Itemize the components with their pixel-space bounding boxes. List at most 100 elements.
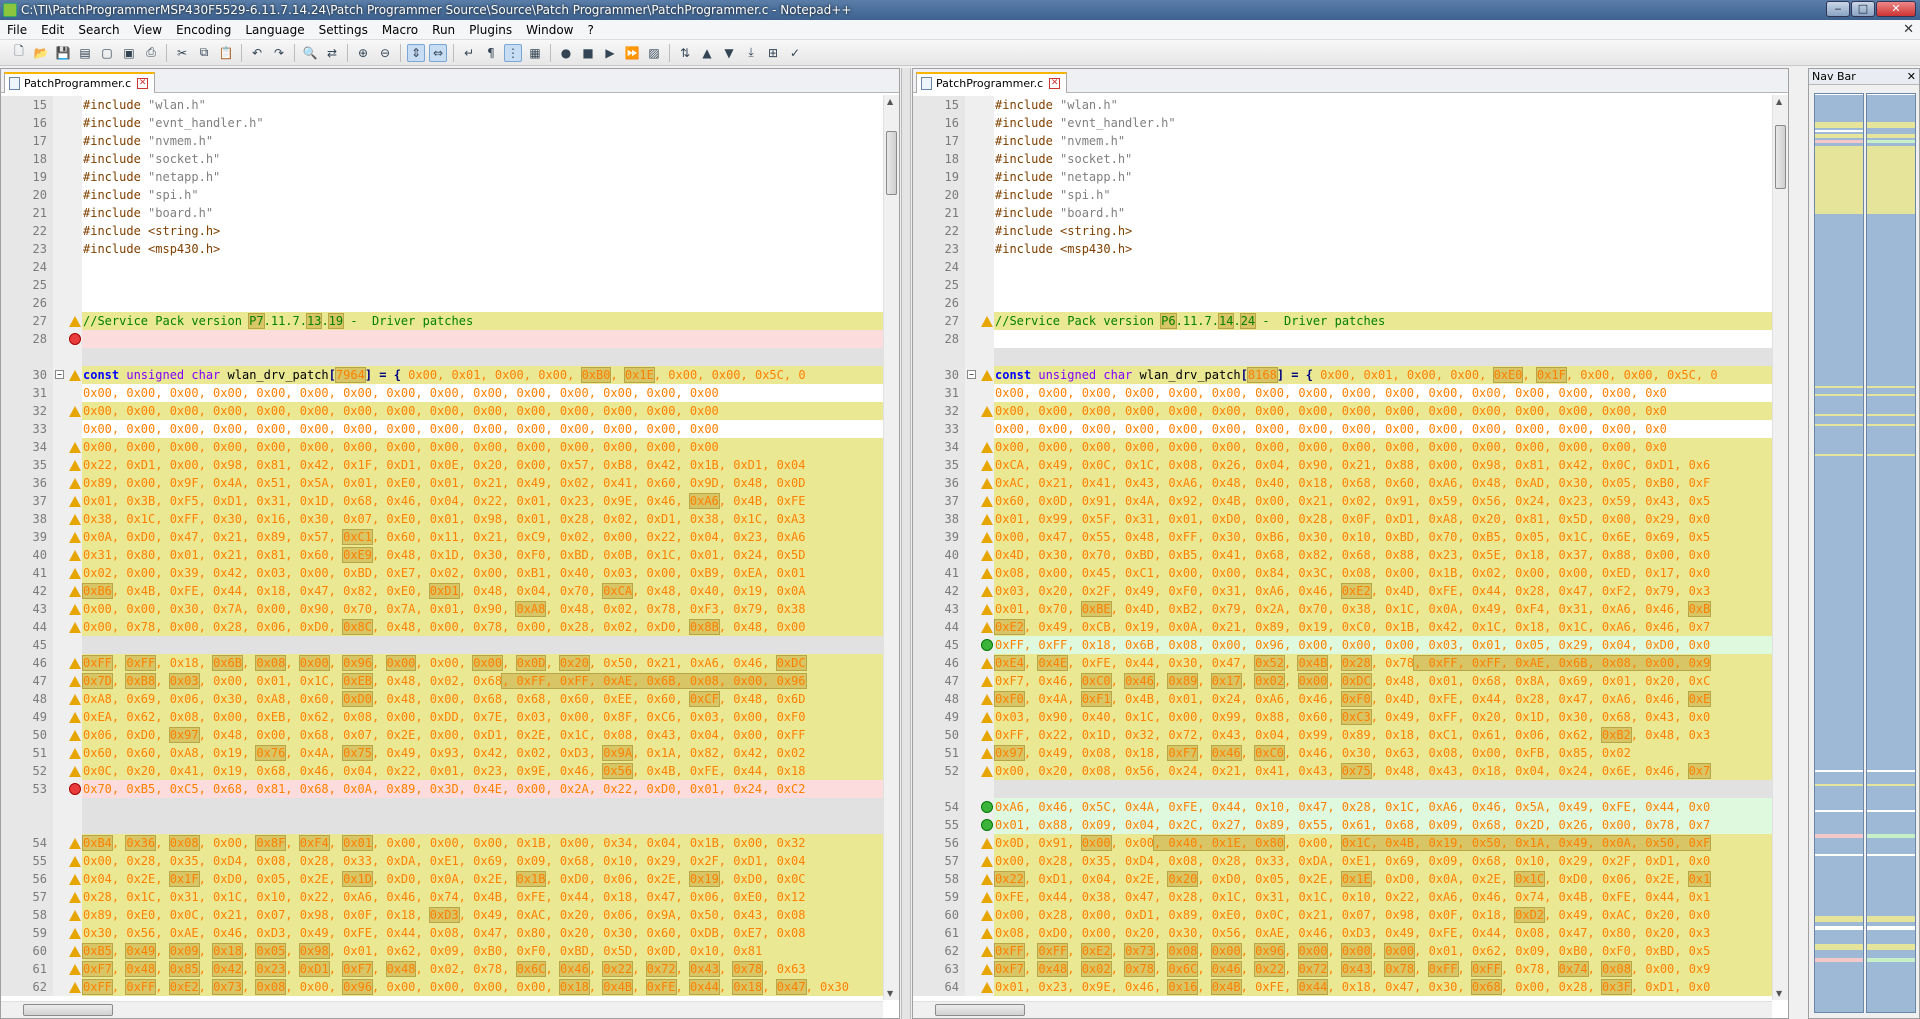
code-line[interactable]: 60 0x00, 0x28, 0x00, 0xD1, 0x89, 0xE0, 0x… <box>913 906 1772 924</box>
code-line[interactable]: 47 0x7D, 0xB8, 0x03, 0x00, 0x01, 0x1C, 0x… <box>1 672 883 690</box>
code-line[interactable]: 22 #include <string.h> <box>1 222 883 240</box>
left-editor[interactable]: 15 #include "wlan.h" 16 #include "evnt_hand… <box>1 96 883 1000</box>
menu-settings[interactable]: Settings <box>312 20 375 40</box>
split-view-divider[interactable] <box>901 68 911 1019</box>
save-icon[interactable]: 💾 <box>54 44 72 62</box>
code-line[interactable]: 30− const unsigned char wlan_drv_patch[79… <box>1 366 883 384</box>
code-line[interactable]: 22 #include <string.h> <box>913 222 1772 240</box>
cut-icon[interactable]: ✂ <box>173 44 191 62</box>
hscroll-thumb[interactable] <box>23 1004 113 1016</box>
code-line[interactable]: 38 0x38, 0x1C, 0xFF, 0x30, 0x16, 0x30, 0x… <box>1 510 883 528</box>
minimize-button[interactable]: ‒ <box>1826 1 1850 17</box>
code-line[interactable]: 26 <box>1 294 883 312</box>
doc-map-icon[interactable]: ▦ <box>526 44 544 62</box>
paste-icon[interactable]: 📋 <box>217 44 235 62</box>
menu-run[interactable]: Run <box>425 20 462 40</box>
find-icon[interactable]: 🔍 <box>301 44 319 62</box>
menu-window[interactable]: Window <box>519 20 580 40</box>
code-line[interactable]: 40 0x4D, 0x30, 0x70, 0xBD, 0xB5, 0x41, 0x… <box>913 546 1772 564</box>
code-line[interactable]: 49 0xEA, 0x62, 0x08, 0x00, 0xEB, 0x62, 0x… <box>1 708 883 726</box>
scroll-down-icon[interactable]: ▼ <box>887 989 893 998</box>
code-line[interactable]: 62 0xFF, 0xFF, 0xE2, 0x73, 0x08, 0x00, 0x… <box>1 978 883 996</box>
sync-horizontal-icon[interactable]: ⇔ <box>429 43 447 62</box>
maximize-button[interactable]: □ <box>1851 1 1875 17</box>
stop-macro-icon[interactable]: ■ <box>579 44 597 62</box>
code-line[interactable]: 15 #include "wlan.h" <box>913 96 1772 114</box>
left-file-tab[interactable]: PatchProgrammer.c ✕ <box>4 72 156 93</box>
code-line[interactable]: 18 #include "socket.h" <box>913 150 1772 168</box>
code-line[interactable]: 16 #include "evnt_handler.h" <box>1 114 883 132</box>
code-line[interactable]: 56 0x0D, 0x91, 0x00, 0x00, 0x40, 0x1E, 0x… <box>913 834 1772 852</box>
fold-toggle-icon[interactable]: − <box>967 370 976 379</box>
code-line[interactable]: 39 0x00, 0x47, 0x55, 0x48, 0xFF, 0x30, 0x… <box>913 528 1772 546</box>
sync-vertical-icon[interactable]: ⇕ <box>407 43 425 62</box>
right-horizontal-scrollbar[interactable] <box>913 1001 1772 1018</box>
code-line[interactable]: 37 0x01, 0x3B, 0xF5, 0xD1, 0x31, 0x1D, 0x… <box>1 492 883 510</box>
code-line[interactable]: 15 #include "wlan.h" <box>1 96 883 114</box>
code-line[interactable]: 52 0x0C, 0x20, 0x41, 0x19, 0x68, 0x46, 0x… <box>1 762 883 780</box>
code-line[interactable]: 39 0x0A, 0xD0, 0x47, 0x21, 0x89, 0x57, 0x… <box>1 528 883 546</box>
code-line[interactable]: 58 0x22, 0xD1, 0x04, 0x2E, 0x20, 0xD0, 0x… <box>913 870 1772 888</box>
close-document-icon[interactable]: ✕ <box>1903 22 1914 37</box>
indent-guide-icon[interactable]: ⋮ <box>504 43 522 62</box>
left-horizontal-scrollbar[interactable] <box>1 1001 883 1018</box>
scroll-up-icon[interactable]: ▲ <box>1776 97 1782 106</box>
code-line[interactable]: 30− const unsigned char wlan_drv_patch[81… <box>913 366 1772 384</box>
code-line[interactable]: 53 0x70, 0xB5, 0xC5, 0x68, 0x81, 0x68, 0x… <box>1 780 883 798</box>
code-line[interactable]: 62 0xFF, 0xFF, 0xE2, 0x73, 0x08, 0x00, 0x… <box>913 942 1772 960</box>
code-line[interactable]: 42 0x03, 0x20, 0x2F, 0x49, 0xF0, 0x31, 0x… <box>913 582 1772 600</box>
nav-bar-left-map[interactable] <box>1814 93 1864 1013</box>
code-line[interactable]: 54 0xA6, 0x46, 0x5C, 0x4A, 0xFE, 0x44, 0x… <box>913 798 1772 816</box>
redo-icon[interactable]: ↷ <box>270 44 288 62</box>
tab-close-icon[interactable]: ✕ <box>1049 78 1061 89</box>
code-line[interactable]: 60 0xB5, 0x49, 0x09, 0x18, 0x05, 0x98, 0x… <box>1 942 883 960</box>
code-line[interactable]: 46 0xE4, 0x4E, 0xFE, 0x44, 0x30, 0x47, 0x… <box>913 654 1772 672</box>
new-file-icon[interactable]: 🗋 <box>10 44 28 62</box>
last-diff-icon[interactable]: ⤓ <box>742 44 760 62</box>
code-line[interactable]: 35 0x22, 0xD1, 0x00, 0x98, 0x81, 0x42, 0x… <box>1 456 883 474</box>
menu-encoding[interactable]: Encoding <box>169 20 238 40</box>
zoom-in-icon[interactable]: ⊕ <box>354 44 372 62</box>
code-line[interactable]: 31 0x00, 0x00, 0x00, 0x00, 0x00, 0x00, 0x… <box>913 384 1772 402</box>
code-line[interactable]: 43 0x01, 0x70, 0xBE, 0x4D, 0xB2, 0x79, 0x… <box>913 600 1772 618</box>
code-line[interactable]: 23 #include <msp430.h> <box>913 240 1772 258</box>
nav-bar-right-map[interactable] <box>1866 93 1916 1013</box>
code-line[interactable]: 57 0x28, 0x1C, 0x31, 0x1C, 0x10, 0x22, 0x… <box>1 888 883 906</box>
play-macro-icon[interactable]: ▶ <box>601 44 619 62</box>
code-line[interactable] <box>1 798 883 816</box>
close-window-button[interactable]: ✕ <box>1876 1 1916 17</box>
scroll-thumb[interactable] <box>1775 125 1786 189</box>
code-line[interactable]: 61 0x08, 0xD0, 0x00, 0x20, 0x30, 0x56, 0x… <box>913 924 1772 942</box>
code-line[interactable]: 40 0x31, 0x80, 0x01, 0x21, 0x81, 0x60, 0x… <box>1 546 883 564</box>
code-line[interactable] <box>913 348 1772 366</box>
code-line[interactable]: 34 0x00, 0x00, 0x00, 0x00, 0x00, 0x00, 0x… <box>1 438 883 456</box>
scroll-down-icon[interactable]: ▼ <box>1776 989 1782 998</box>
code-line[interactable]: 58 0x89, 0xE0, 0x0C, 0x21, 0x07, 0x98, 0x… <box>1 906 883 924</box>
code-line[interactable]: 36 0xAC, 0x21, 0x41, 0x43, 0xA6, 0x48, 0x… <box>913 474 1772 492</box>
code-line[interactable]: 28 <box>1 330 883 348</box>
code-line[interactable]: 41 0x08, 0x00, 0x45, 0xC1, 0x00, 0x00, 0x… <box>913 564 1772 582</box>
code-line[interactable]: 21 #include "board.h" <box>1 204 883 222</box>
left-vertical-scrollbar[interactable]: ▲ ▼ <box>883 95 899 1000</box>
code-line[interactable]: 24 <box>913 258 1772 276</box>
code-line[interactable]: 44 0x00, 0x78, 0x00, 0x28, 0x06, 0xD0, 0x… <box>1 618 883 636</box>
code-line[interactable]: 20 #include "spi.h" <box>913 186 1772 204</box>
code-line[interactable]: 35 0xCA, 0x49, 0x0C, 0x1C, 0x08, 0x26, 0x… <box>913 456 1772 474</box>
close-icon[interactable]: ▢ <box>98 44 116 62</box>
code-line[interactable]: 32 0x00, 0x00, 0x00, 0x00, 0x00, 0x00, 0x… <box>913 402 1772 420</box>
code-line[interactable]: 61 0xF7, 0x48, 0x85, 0x42, 0x23, 0xD1, 0x… <box>1 960 883 978</box>
code-line[interactable]: 51 0x60, 0x60, 0xA8, 0x19, 0x76, 0x4A, 0x… <box>1 744 883 762</box>
menu-plugins[interactable]: Plugins <box>462 20 519 40</box>
code-line[interactable] <box>913 780 1772 798</box>
close-all-icon[interactable]: ▣ <box>120 44 138 62</box>
tab-close-icon[interactable]: ✕ <box>137 78 149 89</box>
hscroll-thumb[interactable] <box>935 1004 1025 1016</box>
code-line[interactable]: 38 0x01, 0x99, 0x5F, 0x31, 0x01, 0xD0, 0x… <box>913 510 1772 528</box>
compare-icon[interactable]: ⇅ <box>676 44 694 62</box>
code-line[interactable]: 49 0x03, 0x90, 0x40, 0x1C, 0x00, 0x99, 0x… <box>913 708 1772 726</box>
nav-bar-icon[interactable]: ⊞ <box>764 44 782 62</box>
code-line[interactable]: 45 <box>1 636 883 654</box>
code-line[interactable]: 64 0x01, 0x23, 0x9E, 0x46, 0x16, 0x4B, 0x… <box>913 978 1772 996</box>
right-vertical-scrollbar[interactable]: ▲ ▼ <box>1772 95 1788 1000</box>
save-macro-icon[interactable]: ▨ <box>645 44 663 62</box>
